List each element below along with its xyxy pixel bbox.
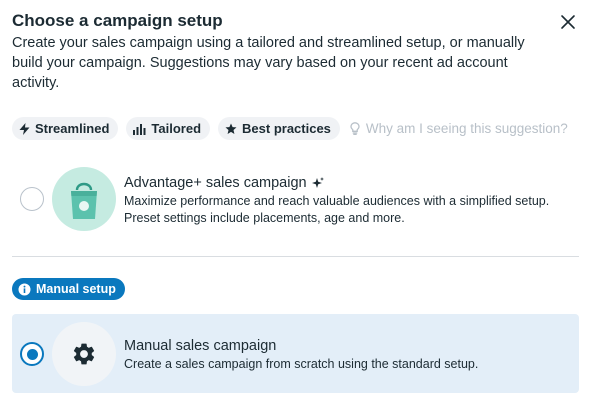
advantage-radio[interactable] [20, 187, 44, 211]
dialog-description: Create your sales campaign using a tailo… [12, 35, 525, 91]
manual-radio[interactable] [20, 342, 44, 366]
shopping-bag-icon [52, 167, 116, 231]
tag-streamlined: Streamlined [12, 117, 119, 140]
lightning-icon [19, 122, 30, 135]
manual-option-title: Manual sales campaign [124, 338, 277, 354]
tag-label: Streamlined [35, 121, 110, 136]
sparkle-icon [311, 176, 324, 188]
why-suggestion-link[interactable]: Why am I seeing this suggestion? [350, 121, 568, 136]
tag-label: Best practices [242, 121, 331, 136]
manual-option-card[interactable]: Manual sales campaign Create a sales cam… [12, 314, 579, 393]
tag-best-practices: Best practices [218, 117, 340, 140]
advantage-title-text: Advantage+ sales campaign [124, 175, 307, 191]
advantage-desc-line1: Maximize performance and reach valuable … [124, 194, 550, 208]
suggestion-tags: Streamlined Tailored Best practices Why … [12, 117, 568, 140]
tag-label: Tailored [151, 121, 202, 136]
why-suggestion-label: Why am I seeing this suggestion? [365, 121, 568, 136]
lightbulb-icon [350, 122, 360, 135]
tag-tailored: Tailored [126, 117, 211, 140]
manual-setup-badge-label: Manual setup [36, 282, 116, 296]
divider [12, 256, 579, 257]
advantage-option-title: Advantage+ sales campaign [124, 175, 324, 191]
star-icon [225, 123, 237, 134]
campaign-setup-dialog: Choose a campaign setup Create your sale… [0, 0, 591, 401]
gear-icon [52, 322, 116, 386]
close-icon[interactable] [558, 12, 578, 32]
manual-setup-badge: Manual setup [12, 278, 125, 300]
advantage-option-description: Maximize performance and reach valuable … [124, 193, 549, 227]
bar-chart-icon [133, 123, 146, 135]
manual-option-description: Create a sales campaign from scratch usi… [124, 357, 479, 371]
advantage-desc-line2: Preset settings include placements, age … [124, 211, 405, 225]
dialog-title: Choose a campaign setup [12, 11, 223, 30]
info-icon [18, 283, 31, 295]
